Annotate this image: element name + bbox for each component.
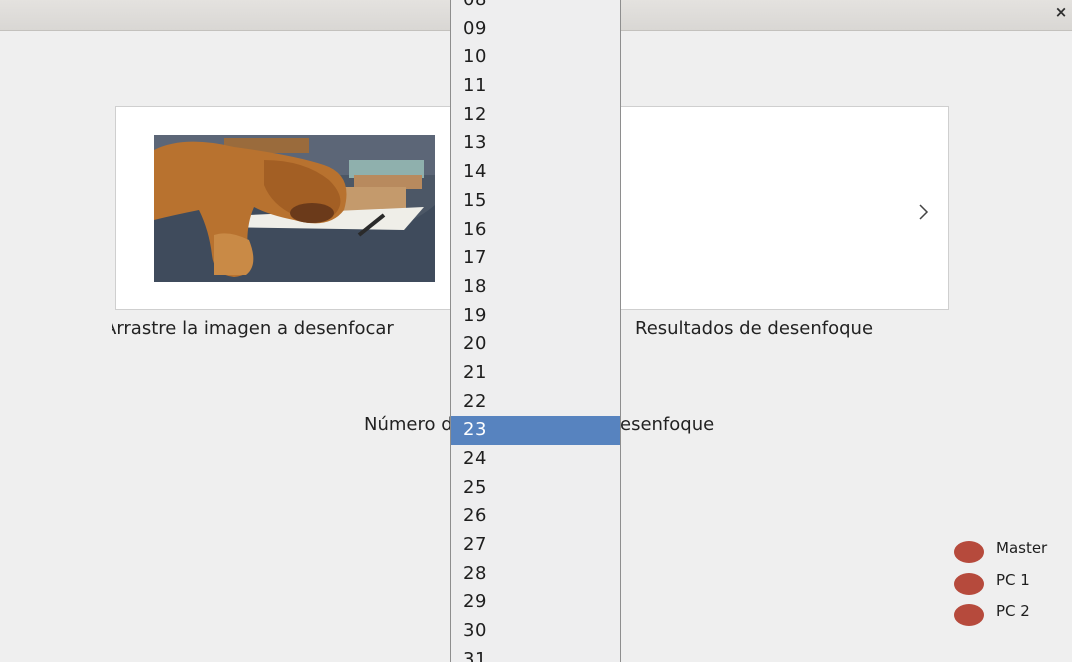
app-window: × Arrastre la imagen a desenfocar Result… bbox=[0, 0, 1072, 662]
dropdown-option-24[interactable]: 24 bbox=[451, 445, 620, 474]
dropdown-option-26[interactable]: 26 bbox=[451, 502, 620, 531]
dropdown-option-14[interactable]: 14 bbox=[451, 158, 620, 187]
status-pc1: PC 1 bbox=[952, 571, 1072, 595]
dropdown-option-29[interactable]: 29 bbox=[451, 588, 620, 617]
dropdown-option-30[interactable]: 30 bbox=[451, 617, 620, 646]
dropdown-option-17[interactable]: 17 bbox=[451, 244, 620, 273]
dropdown-option-28[interactable]: 28 bbox=[451, 560, 620, 589]
dropdown-option-12[interactable]: 12 bbox=[451, 101, 620, 130]
dropdown-option-31[interactable]: 31 bbox=[451, 646, 620, 662]
dog-sleeping-on-books-image bbox=[154, 135, 435, 282]
dropdown-option-27[interactable]: 27 bbox=[451, 531, 620, 560]
dropdown-option-08[interactable]: 08 bbox=[451, 0, 620, 15]
status-indicator-icon bbox=[954, 573, 984, 595]
blur-count-label-tail: esenfoque bbox=[620, 414, 715, 435]
status-indicator-icon bbox=[954, 604, 984, 626]
dropdown-option-10[interactable]: 10 bbox=[451, 43, 620, 72]
dropdown-option-09[interactable]: 09 bbox=[451, 15, 620, 44]
results-caption: Resultados de desenfoque bbox=[635, 318, 874, 339]
blur-results-panel bbox=[617, 106, 949, 310]
blur-count-label: Número de bbox=[364, 414, 456, 435]
dropdown-option-21[interactable]: 21 bbox=[451, 359, 620, 388]
blur-count-dropdown-list[interactable]: 0809101112131415161718192021222324252627… bbox=[450, 0, 621, 662]
close-button[interactable]: × bbox=[1052, 1, 1070, 23]
dropdown-option-22[interactable]: 22 bbox=[451, 388, 620, 417]
dropdown-option-15[interactable]: 15 bbox=[451, 187, 620, 216]
source-image-drop-zone[interactable] bbox=[115, 106, 455, 310]
dropdown-option-20[interactable]: 20 bbox=[451, 330, 620, 359]
status-master: Master bbox=[952, 539, 1072, 563]
dropdown-option-18[interactable]: 18 bbox=[451, 273, 620, 302]
dropdown-option-11[interactable]: 11 bbox=[451, 72, 620, 101]
dropdown-option-19[interactable]: 19 bbox=[451, 302, 620, 331]
dropdown-option-25[interactable]: 25 bbox=[451, 474, 620, 503]
drop-zone-caption: Arrastre la imagen a desenfocar bbox=[112, 318, 394, 339]
status-indicator-icon bbox=[954, 541, 984, 563]
status-pc2: PC 2 bbox=[952, 602, 1072, 626]
dropdown-option-13[interactable]: 13 bbox=[451, 129, 620, 158]
dropdown-option-16[interactable]: 16 bbox=[451, 216, 620, 245]
chevron-right-icon[interactable] bbox=[918, 203, 930, 221]
photo-graphic bbox=[154, 135, 435, 282]
dropdown-options[interactable]: 0809101112131415161718192021222324252627… bbox=[451, 0, 620, 662]
dropdown-option-23[interactable]: 23 bbox=[451, 416, 620, 445]
